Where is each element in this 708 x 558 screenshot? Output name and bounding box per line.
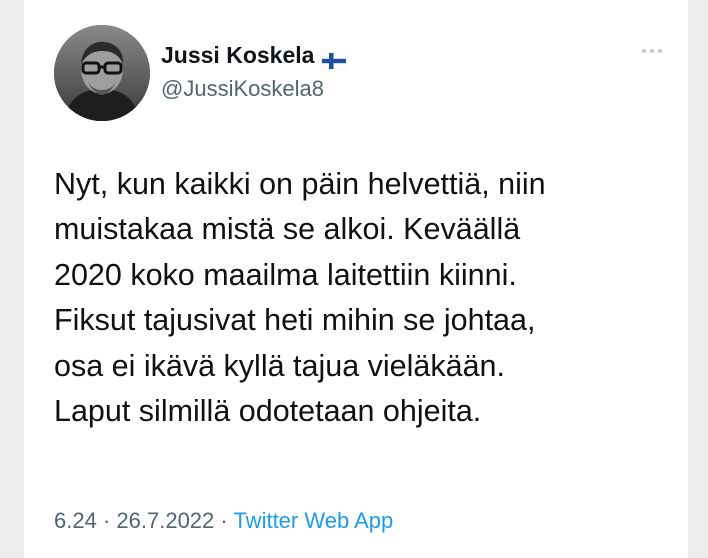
tweet-card: Jussi Koskela @JussiKoskela8 Nyt, kun ka… [24, 0, 688, 558]
tweet-line: Laput silmillä odotetaan ohjeita. [54, 394, 482, 429]
tweet-metadata: 6.24 · 26.7.2022 · Twitter Web App [54, 508, 393, 534]
profile-avatar-icon [54, 25, 150, 121]
finland-flag-icon [322, 48, 347, 69]
author-display-name[interactable]: Jussi Koskela [161, 42, 347, 69]
tweet-line: osa ei ikävä kyllä tajua vieläkään. [54, 348, 505, 383]
author-name-text: Jussi Koskela [161, 42, 315, 68]
tweet-line: 2020 koko maailma laitettiin kiinni. [54, 257, 517, 292]
tweet-time[interactable]: 6.24 [54, 508, 97, 533]
tweet-line: Nyt, kun kaikki on päin helvettiä, niin [54, 167, 546, 201]
tweet-line: Fiksut tajusivat heti mihin se johtaa, [54, 303, 536, 338]
meta-separator: · [102, 508, 111, 533]
author-handle[interactable]: @JussiKoskela8 [161, 76, 324, 102]
avatar[interactable] [54, 25, 150, 121]
more-options-icon[interactable] [640, 44, 664, 56]
tweet-source-link[interactable]: Twitter Web App [233, 508, 393, 533]
meta-separator: · [220, 508, 228, 533]
tweet-line: muistakaa mistä se alkoi. Keväällä [54, 212, 521, 247]
tweet-text: Nyt, kun kaikki on päin helvettiä, niin … [54, 162, 680, 434]
tweet-date[interactable]: 26.7.2022 [116, 508, 214, 533]
